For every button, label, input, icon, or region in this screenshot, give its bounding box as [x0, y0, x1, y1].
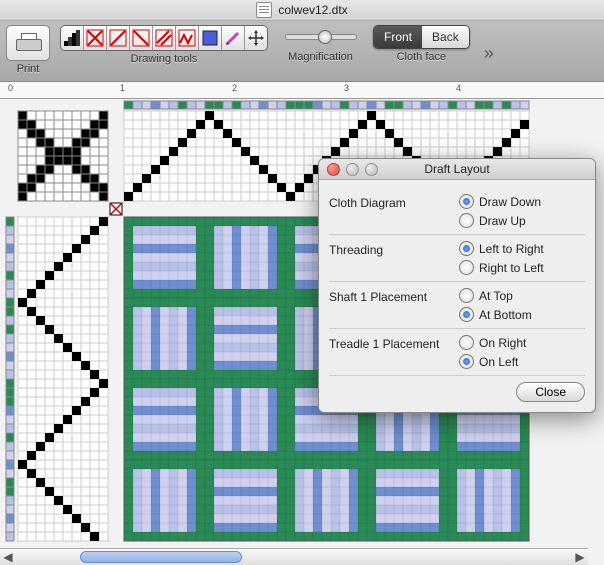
tool-diag2[interactable]: [130, 26, 153, 50]
radio-icon: [459, 335, 474, 350]
option-row: Treadle 1 Placement On Right On Left: [329, 329, 585, 376]
tool-move[interactable]: [245, 26, 267, 50]
option-label: Shaft 1 Placement: [329, 288, 459, 304]
drawing-tools-label: Drawing tools: [131, 53, 198, 65]
radio-icon: [459, 194, 474, 209]
radio-option[interactable]: Draw Down: [459, 194, 541, 209]
radio-label: At Top: [479, 289, 513, 303]
draft-layout-panel: Draft Layout Cloth Diagram Draw Down Draw …: [318, 158, 596, 413]
option-label: Treadle 1 Placement: [329, 335, 459, 351]
option-row: Cloth Diagram Draw Down Draw Up: [329, 188, 585, 235]
chevron-right-icon[interactable]: »: [484, 43, 494, 64]
radio-icon: [459, 213, 474, 228]
radio-label: On Left: [479, 355, 518, 369]
radio-label: At Bottom: [479, 308, 532, 322]
radio-label: Right to Left: [479, 261, 544, 275]
close-button[interactable]: Close: [516, 382, 585, 402]
radio-option[interactable]: On Left: [459, 354, 526, 369]
zoom-traffic-button[interactable]: [365, 163, 378, 176]
tool-diag3[interactable]: [153, 26, 176, 50]
tool-x[interactable]: [84, 26, 107, 50]
radio-label: Left to Right: [479, 242, 544, 256]
option-label: Threading: [329, 241, 459, 257]
cloth-face-segment: Front Back: [373, 25, 470, 49]
scroll-right-icon[interactable]: ▶: [572, 549, 588, 565]
option-row: Shaft 1 Placement At Top At Bottom: [329, 282, 585, 329]
scroll-thumb[interactable]: [80, 551, 242, 563]
cloth-face-label: Cloth face: [397, 51, 447, 63]
radio-icon: [459, 354, 474, 369]
radio-option[interactable]: At Top: [459, 288, 532, 303]
radio-icon: [459, 307, 474, 322]
panel-titlebar[interactable]: Draft Layout: [319, 159, 595, 180]
magnification-slider[interactable]: [278, 25, 363, 49]
radio-label: Draw Down: [479, 195, 541, 209]
tool-bluebox[interactable]: [199, 26, 222, 50]
radio-icon: [459, 241, 474, 256]
face-back-button[interactable]: Back: [422, 26, 469, 48]
horizontal-ruler: 0 1 2 3 4: [0, 82, 604, 99]
printer-icon: [16, 33, 40, 53]
main-toolbar: Print Drawing tools Magnification Front …: [0, 21, 604, 82]
radio-option[interactable]: At Bottom: [459, 307, 532, 322]
option-label: Cloth Diagram: [329, 194, 459, 210]
radio-icon: [459, 260, 474, 275]
minimize-traffic-button[interactable]: [346, 163, 359, 176]
file-name: colwev12.dtx: [278, 0, 347, 20]
radio-label: Draw Up: [479, 214, 526, 228]
radio-icon: [459, 288, 474, 303]
radio-option[interactable]: Left to Right: [459, 241, 544, 256]
tool-ramp[interactable]: [61, 26, 84, 50]
file-icon: [256, 2, 272, 18]
option-row: Threading Left to Right Right to Left: [329, 235, 585, 282]
radio-option[interactable]: On Right: [459, 335, 526, 350]
window-titlebar: colwev12.dtx: [0, 0, 604, 21]
scroll-left-icon[interactable]: ◀: [0, 549, 16, 565]
drawing-tools-segment: [60, 25, 268, 51]
print-label: Print: [17, 63, 40, 75]
tool-diag1[interactable]: [107, 26, 130, 50]
tool-pencil[interactable]: [222, 26, 245, 50]
tool-zig[interactable]: [176, 26, 199, 50]
face-front-button[interactable]: Front: [374, 26, 422, 48]
print-button[interactable]: [6, 25, 50, 61]
radio-label: On Right: [479, 336, 526, 350]
radio-option[interactable]: Draw Up: [459, 213, 541, 228]
magnification-label: Magnification: [288, 51, 353, 63]
close-traffic-button[interactable]: [327, 163, 340, 176]
radio-option[interactable]: Right to Left: [459, 260, 544, 275]
horizontal-scrollbar[interactable]: ◀ ▶: [0, 548, 588, 565]
